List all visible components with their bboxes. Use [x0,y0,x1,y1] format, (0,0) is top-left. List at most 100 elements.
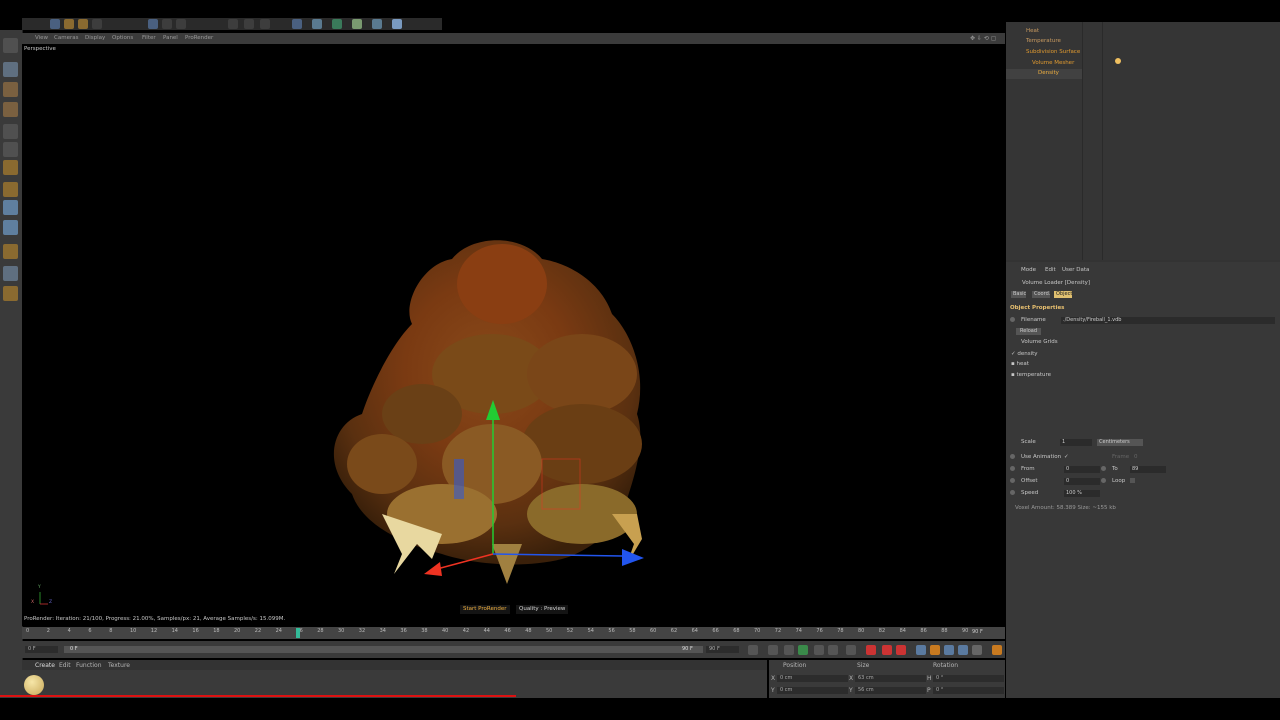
viewport-3d[interactable]: Perspective Y X Z Start ProRender Qualit… [22,44,1005,626]
tweak-mode-icon[interactable] [3,200,18,215]
rotate-key-icon[interactable] [944,645,954,655]
menu-options[interactable]: Options [112,35,133,41]
speed-dot[interactable] [1010,490,1015,495]
to-field[interactable]: 89 [1130,466,1166,473]
polygons-mode-icon[interactable] [3,160,18,175]
grid-icon[interactable] [3,266,18,281]
sphere-icon[interactable] [312,19,322,29]
size-x-field[interactable]: 63 cm [855,675,926,682]
menu-create[interactable]: Create [35,662,55,669]
render-icon[interactable] [148,19,158,29]
start-prorender-button[interactable]: Start ProRender [460,605,510,614]
attr-menu-userdata[interactable]: User Data [1062,267,1089,273]
timeline-window-icon[interactable] [992,645,1002,655]
model-mode-icon[interactable] [3,62,18,77]
menu-prorender[interactable]: ProRender [185,35,213,41]
menu-view[interactable]: View [35,35,48,41]
grid-density[interactable]: ✓ density [1011,351,1038,357]
next-frame-icon[interactable] [814,645,824,655]
use-animation-checkbox[interactable]: ✓ [1064,454,1069,460]
filename-field[interactable]: ./Density/Fireball_1.vdb [1061,317,1275,324]
end-frame-field[interactable]: 90 F [706,646,739,653]
scale-icon[interactable] [64,19,74,29]
environment-icon[interactable] [352,19,362,29]
to-dot[interactable] [1101,466,1106,471]
play-icon-3[interactable] [260,19,270,29]
lock-icon[interactable] [3,286,18,301]
autokey-icon[interactable] [882,645,892,655]
scale-key-icon[interactable] [930,645,940,655]
attr-menu-edit[interactable]: Edit [1045,267,1056,273]
object-row-density[interactable]: Density [1038,70,1059,76]
tab-object[interactable]: Object [1054,291,1073,298]
position-y-field[interactable]: 0 cm [777,687,848,694]
pla-key-icon[interactable] [972,645,982,655]
menu-filter[interactable]: Filter [142,35,156,41]
filename-anim-dot[interactable] [1010,317,1015,322]
cube-icon[interactable] [292,19,302,29]
sculpt-icon[interactable] [3,244,18,259]
menu-display[interactable]: Display [85,35,105,41]
record-icon[interactable] [866,645,876,655]
snap-icon[interactable] [3,220,18,235]
menu-function[interactable]: Function [76,662,102,669]
move-icon[interactable] [50,19,60,29]
edges-mode-icon[interactable] [3,142,18,157]
offset-field[interactable]: 0 [1064,478,1100,485]
yz-plane-handle[interactable] [454,459,464,499]
texture-mode-icon[interactable] [3,82,18,97]
timeline-ruler[interactable]: 0246810121416182022242628303234363840424… [22,627,1005,639]
attr-menu-mode[interactable]: Mode [1021,267,1036,273]
from-field[interactable]: 0 [1064,466,1100,473]
scale-unit-dropdown[interactable]: Centimeters [1097,439,1143,446]
grid-temperature[interactable]: ▪ temperature [1011,372,1051,378]
move-key-icon[interactable] [916,645,926,655]
workplane-icon[interactable] [3,102,18,117]
prev-frame-icon[interactable] [784,645,794,655]
menu-panel[interactable]: Panel [163,35,178,41]
menu-cameras[interactable]: Cameras [54,35,78,41]
keyframe-selection-icon[interactable] [896,645,906,655]
x-axis-handle[interactable] [424,562,442,576]
playhead[interactable] [296,628,300,638]
grid-heat[interactable]: ▪ heat [1011,361,1029,367]
deformer-icon[interactable] [332,19,342,29]
menu-texture[interactable]: Texture [108,662,130,669]
current-frame-field[interactable]: 0 F [25,646,58,653]
quality-preview-button[interactable]: Quality : Preview [516,605,569,614]
scale-field[interactable]: 1 [1060,439,1092,446]
undo-icon[interactable] [92,19,102,29]
camera-icon[interactable] [372,19,382,29]
material-tag-icon[interactable] [1115,58,1121,64]
position-x-field[interactable]: 0 cm [777,675,848,682]
reload-button[interactable]: Reload [1016,328,1042,335]
next-key-icon[interactable] [828,645,838,655]
play-icon[interactable] [228,19,238,29]
play-icon-2[interactable] [244,19,254,29]
rotate-icon[interactable] [78,19,88,29]
offset-dot[interactable] [1010,478,1015,483]
prev-key-icon[interactable] [768,645,778,655]
material-swatch[interactable] [24,675,44,695]
tab-basic[interactable]: Basic [1011,291,1027,298]
play-forward-icon[interactable] [798,645,808,655]
make-editable-icon[interactable] [3,38,18,53]
goto-end-icon[interactable] [846,645,856,655]
loop-checkbox[interactable] [1130,478,1135,483]
viewport-nav-icons[interactable]: ✥ ⇩ ⟲ ▢ [970,35,1000,42]
tab-coord[interactable]: Coord. [1032,291,1051,298]
object-row-volume-mesher[interactable]: Volume Mesher [1032,60,1074,66]
param-key-icon[interactable] [958,645,968,655]
rot-h-field[interactable]: 0 ° [933,675,1004,682]
object-row-subdivision-surface[interactable]: Subdivision Surface [1026,49,1080,55]
object-row-heat[interactable]: Heat [1026,28,1039,34]
points-mode-icon[interactable] [3,124,18,139]
use-anim-dot[interactable] [1010,454,1015,459]
goto-start-icon[interactable] [748,645,758,655]
light-icon[interactable] [392,19,402,29]
render-settings-icon[interactable] [176,19,186,29]
render-view-icon[interactable] [162,19,172,29]
object-row-temperature[interactable]: Temperature [1026,38,1061,44]
loop-dot[interactable] [1101,478,1106,483]
size-y-field[interactable]: 56 cm [855,687,926,694]
